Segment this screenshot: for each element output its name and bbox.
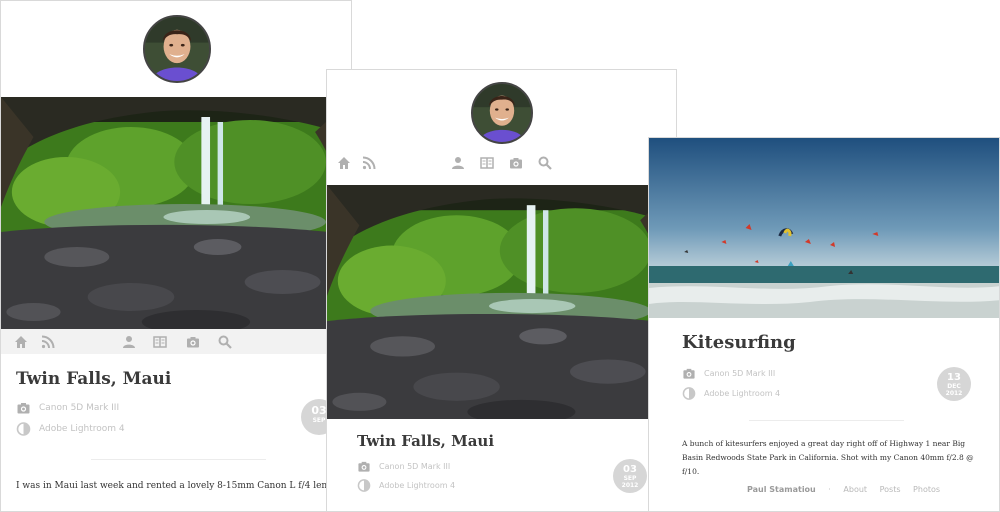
home-icon[interactable]: [14, 335, 28, 349]
search-icon[interactable]: [218, 335, 232, 349]
camera-icon: [16, 401, 31, 415]
camera-icon[interactable]: [186, 335, 200, 349]
date-month: DEC: [947, 383, 961, 390]
date-month: SEP: [623, 475, 637, 482]
camera-label: Canon 5D Mark III: [39, 403, 120, 413]
aperture-icon: [16, 422, 31, 436]
photo-twin-falls[interactable]: [327, 185, 676, 419]
camera-icon: [357, 460, 371, 473]
rss-icon[interactable]: [362, 156, 376, 170]
post-title[interactable]: Twin Falls, Maui: [16, 369, 171, 389]
aperture-icon: [682, 387, 696, 400]
camera-icon: [682, 367, 696, 380]
footer-link-about[interactable]: About: [843, 485, 867, 494]
book-icon[interactable]: [480, 156, 494, 170]
post-excerpt: I was in Maui last week and rented a lov…: [16, 481, 352, 491]
post-title[interactable]: Twin Falls, Maui: [357, 432, 494, 450]
nav-bar: [1, 329, 351, 354]
rss-icon[interactable]: [41, 335, 55, 349]
post-description: A bunch of kitesurfers enjoyed a great d…: [682, 439, 974, 476]
camera-label: Canon 5D Mark III: [704, 369, 776, 378]
date-day: 03: [623, 464, 637, 475]
date-year: 2012: [945, 390, 963, 397]
home-icon[interactable]: [337, 156, 351, 170]
software-label: Adobe Lightroom 4: [704, 389, 781, 398]
avatar[interactable]: [471, 82, 533, 144]
aperture-icon: [357, 479, 371, 492]
camera-meta: Canon 5D Mark III: [682, 367, 775, 380]
card-left: Twin Falls, Maui Canon 5D Mark III Adobe…: [0, 0, 352, 512]
divider: [749, 420, 904, 421]
date-day: 13: [947, 372, 961, 383]
software-label: Adobe Lightroom 4: [379, 481, 456, 490]
date-badge: 03 SEP 2012: [613, 459, 647, 493]
date-badge: 13 DEC 2012: [937, 367, 971, 401]
user-icon[interactable]: [122, 335, 136, 349]
software-meta: Adobe Lightroom 4: [682, 387, 780, 400]
camera-meta: Canon 5D Mark III: [357, 460, 450, 473]
software-meta: Adobe Lightroom 4: [357, 479, 455, 492]
photo-kitesurfing[interactable]: [649, 138, 999, 318]
user-icon[interactable]: [451, 156, 465, 170]
site-footer: Paul Stamatiou · About Posts Photos: [747, 485, 950, 494]
camera-meta: Canon 5D Mark III: [16, 401, 119, 415]
nav-bar: [327, 154, 677, 176]
date-year: 2012: [621, 482, 639, 489]
avatar[interactable]: [143, 15, 211, 83]
photo-twin-falls[interactable]: [1, 97, 351, 329]
camera-label: Canon 5D Mark III: [379, 462, 451, 471]
software-meta: Adobe Lightroom 4: [16, 422, 125, 436]
card-middle: Twin Falls, Maui Canon 5D Mark III Adobe…: [326, 69, 677, 512]
search-icon[interactable]: [538, 156, 552, 170]
camera-icon[interactable]: [509, 156, 523, 170]
post-title[interactable]: Kitesurfing: [682, 332, 796, 353]
footer-author-link[interactable]: Paul Stamatiou: [747, 485, 816, 494]
footer-separator: ·: [828, 485, 831, 494]
footer-link-posts[interactable]: Posts: [880, 485, 901, 494]
footer-link-photos[interactable]: Photos: [913, 485, 940, 494]
card-right: Kitesurfing Canon 5D Mark III Adobe Ligh…: [648, 137, 1000, 512]
divider: [91, 459, 266, 460]
book-icon[interactable]: [153, 335, 167, 349]
software-label: Adobe Lightroom 4: [39, 424, 125, 434]
